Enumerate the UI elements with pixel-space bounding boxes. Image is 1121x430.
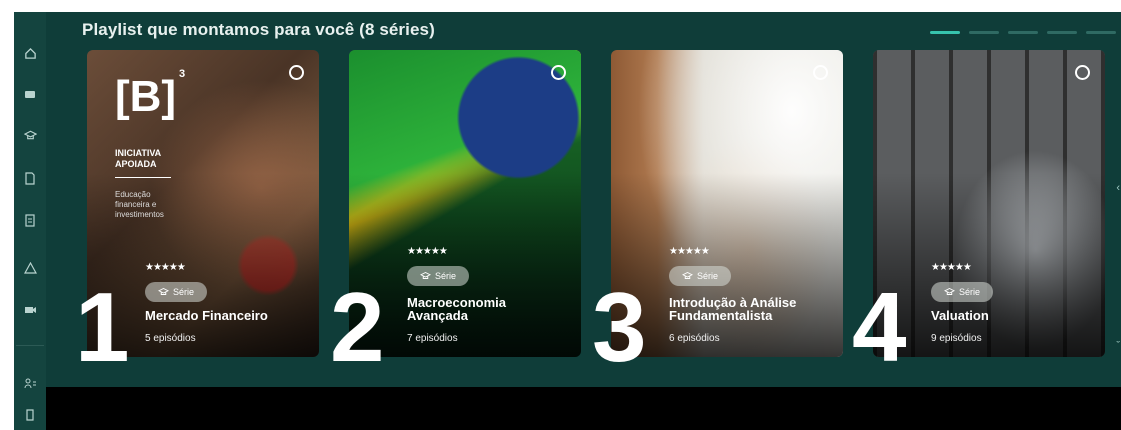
series-badge: Série [931,282,993,302]
rating-stars: ★★★★★ [669,246,710,257]
door-exit-icon[interactable] [14,404,46,426]
chevron-right-icon[interactable]: ‹ [1116,182,1120,194]
graduation-cap-icon [681,271,694,282]
rank-number: 3 [592,272,646,382]
rating-stars: ★★★★★ [931,262,972,273]
graduation-cap-icon [943,287,956,298]
sidebar-divider [16,345,44,346]
alert-triangle-icon[interactable] [14,257,46,279]
episode-count: 7 episódios [407,333,458,344]
select-checkbox[interactable] [813,65,828,80]
rank-number: 1 [75,272,129,382]
chat-icon[interactable] [14,84,46,106]
episode-count: 6 episódios [669,333,720,344]
chevron-down-icon[interactable]: ˇ [1116,340,1120,352]
brand-tagline: INICIATIVA APOIADA [115,148,162,169]
video-camera-icon[interactable] [14,299,46,321]
document-icon[interactable] [14,209,46,231]
card-title: Introdução à Análise Fundamentalista [669,295,797,323]
brand-divider [115,177,171,178]
page-footer-area [46,387,1121,430]
brand-logo: [B] [115,72,177,121]
brand-subtitle: Educação financeira e investimentos [115,190,164,219]
select-checkbox[interactable] [1075,65,1090,80]
brand-logo-superscript: 3 [179,68,186,80]
series-badge: Série [669,266,731,286]
pagination-dot[interactable] [969,31,999,34]
select-checkbox[interactable] [289,65,304,80]
section-title: Playlist que montamos para você (8 série… [82,20,435,39]
episode-count: 5 episódios [145,333,196,344]
users-icon[interactable] [14,372,46,394]
episode-count: 9 episódios [931,333,982,344]
rank-number: 4 [852,272,906,382]
rating-stars: ★★★★★ [407,246,448,257]
badge-label: Série [172,287,194,297]
pagination-dot[interactable] [1086,31,1116,34]
graduation-cap-icon[interactable] [14,124,46,146]
series-card[interactable]: ★★★★★ Série Introdução à Análise Fundame… [611,50,843,357]
pagination-dot[interactable] [1008,31,1038,34]
series-badge: Série [407,266,469,286]
series-card[interactable]: ★★★★★ Série Valuation 9 episódios [873,50,1105,357]
series-card[interactable]: ★★★★★ Série Macroeconomia Avançada 7 epi… [349,50,581,357]
rating-stars: ★★★★★ [145,262,186,273]
graduation-cap-icon [419,271,432,282]
badge-label: Série [696,271,718,281]
series-badge: Série [145,282,207,302]
pagination-dot[interactable] [1047,31,1077,34]
graduation-cap-icon [157,287,170,298]
carousel-pagination [930,31,1116,34]
pagination-dot[interactable] [930,31,960,34]
card-title: Mercado Financeiro [145,308,268,323]
home-icon[interactable] [14,42,46,64]
card-title: Valuation [931,308,989,323]
badge-label: Série [434,271,456,281]
rank-number: 2 [330,272,384,382]
sidebar [14,12,46,430]
badge-label: Série [958,287,980,297]
select-checkbox[interactable] [551,65,566,80]
card-title: Macroeconomia Avançada [407,295,506,323]
file-edit-icon[interactable] [14,167,46,189]
